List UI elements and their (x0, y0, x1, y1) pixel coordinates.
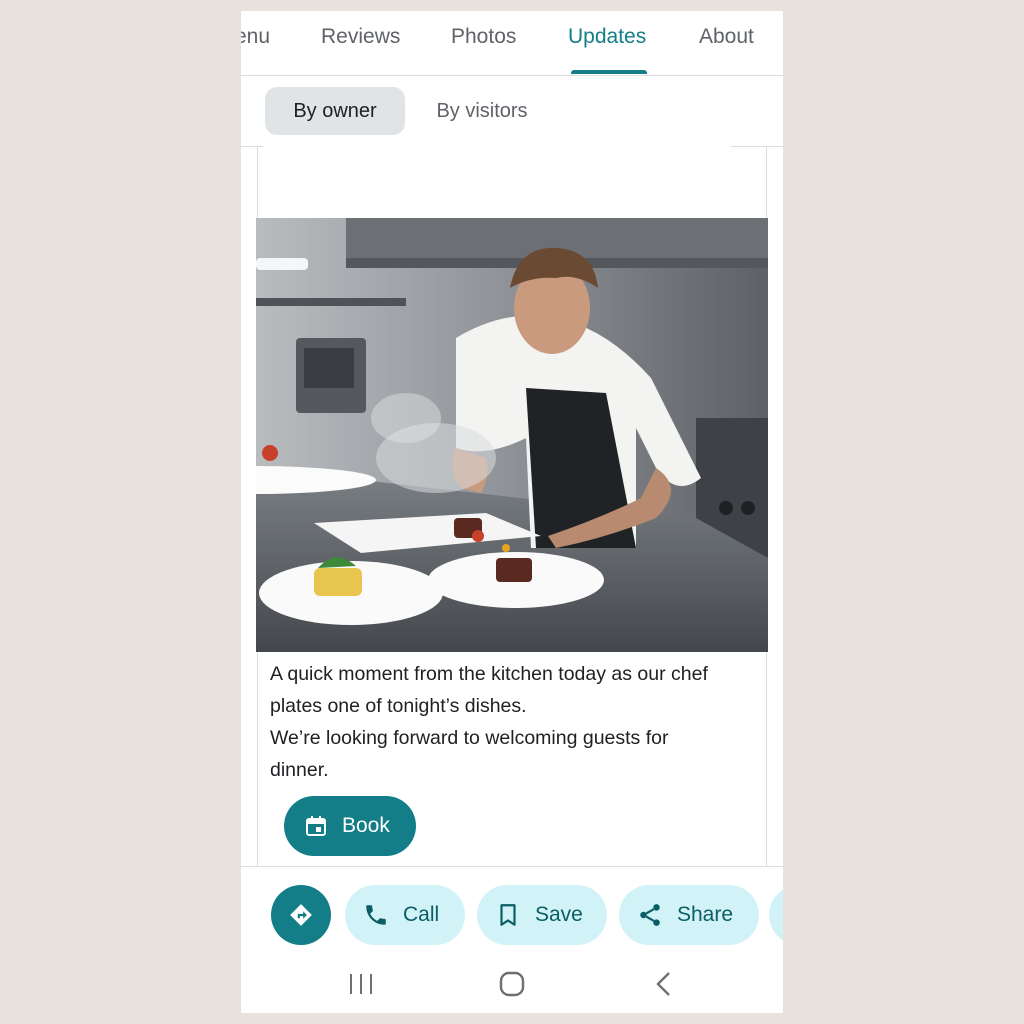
more-action-button[interactable] (769, 885, 783, 945)
tab-about[interactable]: About (699, 25, 754, 49)
book-button[interactable]: Book (284, 796, 416, 856)
place-tabs: enu Reviews Photos Updates About (241, 11, 783, 76)
share-button-label: Share (677, 903, 734, 926)
filter-by-owner-label: By owner (293, 99, 377, 122)
tab-menu[interactable]: enu (241, 25, 270, 49)
save-button-label: Save (535, 903, 583, 926)
directions-button[interactable] (271, 885, 331, 945)
tab-photos[interactable]: Photos (451, 25, 516, 49)
tab-updates[interactable]: Updates (568, 25, 646, 49)
call-button[interactable]: Call (345, 885, 465, 945)
calendar-icon (306, 816, 326, 836)
directions-icon (290, 904, 312, 926)
post-line: A quick moment from the kitchen today as… (270, 663, 708, 685)
post-line: We’re looking forward to welcoming guest… (270, 727, 669, 749)
filter-by-visitors[interactable]: By visitors (417, 87, 547, 135)
phone-icon (366, 905, 386, 925)
action-bar: Call Save Share (241, 866, 783, 956)
book-button-label: Book (342, 814, 390, 837)
filter-by-visitors-label: By visitors (436, 99, 528, 122)
filter-by-owner[interactable]: By owner (265, 87, 405, 135)
share-button[interactable]: Share (619, 885, 759, 945)
update-filters: By owner By visitors (241, 77, 783, 147)
recent-apps-icon[interactable] (347, 970, 375, 998)
share-icon (640, 904, 660, 926)
home-icon[interactable] (498, 970, 526, 998)
post-text: A quick moment from the kitchen today as… (270, 658, 760, 786)
post-line: dinner. (270, 759, 329, 781)
back-icon[interactable] (651, 970, 679, 998)
chef-plating-photo-icon (256, 218, 768, 652)
phone-screen: enu Reviews Photos Updates About By owne… (241, 11, 783, 1013)
active-tab-indicator (571, 70, 647, 74)
system-nav-bar (241, 956, 783, 1013)
bookmark-icon (500, 904, 516, 926)
post-line: plates one of tonight’s dishes. (270, 695, 527, 717)
call-button-label: Call (403, 903, 440, 926)
tab-reviews[interactable]: Reviews (321, 25, 400, 49)
save-button[interactable]: Save (477, 885, 607, 945)
update-card: A quick moment from the kitchen today as… (256, 147, 768, 867)
post-photo[interactable] (256, 218, 768, 652)
